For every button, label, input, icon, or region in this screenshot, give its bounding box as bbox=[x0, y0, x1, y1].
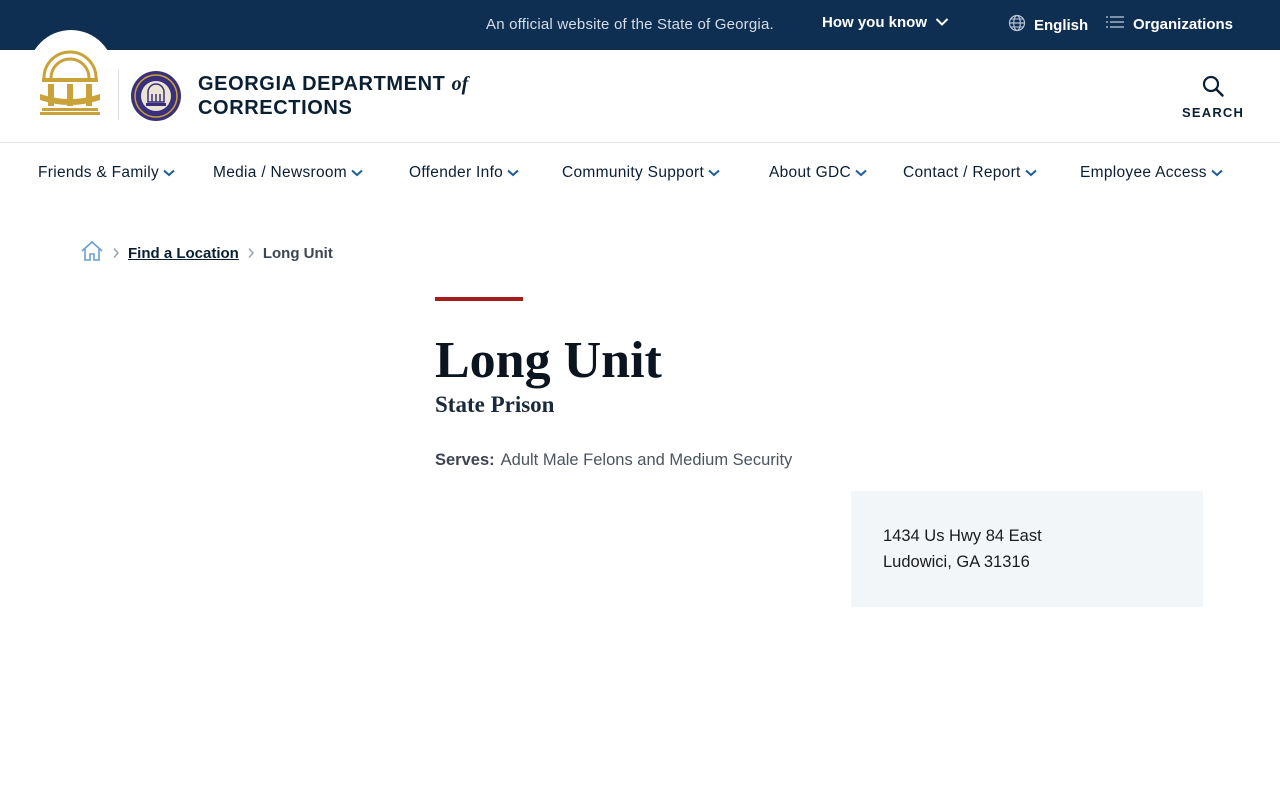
home-icon bbox=[80, 240, 104, 266]
nav-label: Media / Newsroom bbox=[213, 164, 348, 181]
logo-divider bbox=[118, 70, 119, 120]
search-button[interactable]: SEARCH bbox=[1182, 74, 1244, 120]
breadcrumb-home[interactable] bbox=[80, 240, 104, 266]
address-line1: 1434 Us Hwy 84 East bbox=[883, 527, 1042, 545]
globe-icon bbox=[1008, 14, 1026, 36]
official-banner: An official website of the State of Geor… bbox=[0, 0, 1280, 50]
brand-line2: CORRECTIONS bbox=[198, 97, 353, 119]
breadcrumb: Find a Location Long Unit bbox=[80, 240, 333, 266]
chevron-down-icon bbox=[1211, 164, 1223, 182]
chevron-down-icon bbox=[351, 164, 363, 182]
gdc-seal-logo[interactable] bbox=[130, 70, 182, 127]
site-title[interactable]: GEORGIA DEPARTMENT of CORRECTIONS bbox=[198, 72, 468, 120]
chevron-right-icon bbox=[112, 247, 120, 259]
language-selector[interactable]: English bbox=[1008, 14, 1088, 36]
brand-line1: GEORGIA DEPARTMENT bbox=[198, 73, 446, 95]
address-line2: Ludowici, GA 31316 bbox=[883, 553, 1030, 571]
chevron-down-icon bbox=[1025, 164, 1037, 182]
how-you-know-button[interactable]: How you know bbox=[822, 14, 949, 31]
chevron-down-icon bbox=[163, 164, 175, 182]
chevron-right-icon bbox=[247, 247, 255, 259]
nav-friends-family[interactable]: Friends & Family bbox=[38, 164, 175, 182]
serves-row: Serves: Adult Male Felons and Medium Secu… bbox=[435, 451, 792, 470]
list-icon bbox=[1105, 14, 1125, 34]
main-navigation: Friends & Family Media / Newsroom Offend… bbox=[0, 143, 1280, 203]
site-header bbox=[0, 50, 1280, 143]
nav-employee-access[interactable]: Employee Access bbox=[1080, 164, 1223, 182]
nav-offender-info[interactable]: Offender Info bbox=[409, 164, 519, 182]
nav-label: Offender Info bbox=[409, 164, 504, 181]
how-you-know-label: How you know bbox=[822, 14, 927, 31]
nav-media-newsroom[interactable]: Media / Newsroom bbox=[213, 164, 363, 182]
nav-about-gdc[interactable]: About GDC bbox=[769, 164, 867, 182]
breadcrumb-find-a-location[interactable]: Find a Location bbox=[128, 245, 239, 262]
breadcrumb-current: Long Unit bbox=[262, 244, 333, 262]
chevron-down-icon bbox=[507, 164, 519, 182]
language-label: English bbox=[1034, 16, 1089, 34]
nav-label: About GDC bbox=[769, 164, 851, 181]
page-subtitle: State Prison bbox=[435, 392, 555, 417]
nav-label: Friends & Family bbox=[38, 164, 160, 181]
nav-label: Community Support bbox=[562, 164, 705, 181]
nav-label: Contact / Report bbox=[903, 164, 1021, 181]
brand-of: of bbox=[451, 73, 469, 95]
search-label: SEARCH bbox=[1182, 105, 1245, 120]
address-card: 1434 Us Hwy 84 East Ludowici, GA 31316 bbox=[851, 491, 1203, 607]
chevron-down-icon bbox=[708, 164, 720, 182]
chevron-down-icon bbox=[935, 14, 949, 31]
georgia-seal-logo[interactable] bbox=[38, 42, 102, 121]
nav-community-support[interactable]: Community Support bbox=[562, 164, 720, 182]
organizations-button[interactable]: Organizations bbox=[1105, 14, 1233, 34]
organizations-label: Organizations bbox=[1133, 15, 1234, 33]
serves-value: Adult Male Felons and Medium Security bbox=[500, 451, 793, 469]
chevron-down-icon bbox=[855, 164, 867, 182]
search-icon bbox=[1201, 75, 1225, 102]
title-accent-bar bbox=[435, 297, 523, 301]
page-title: Long Unit bbox=[435, 332, 662, 389]
official-website-text: An official website of the State of Geor… bbox=[486, 16, 774, 33]
serves-label: Serves: bbox=[435, 451, 495, 469]
nav-label: Employee Access bbox=[1080, 164, 1207, 181]
nav-contact-report[interactable]: Contact / Report bbox=[903, 164, 1037, 182]
